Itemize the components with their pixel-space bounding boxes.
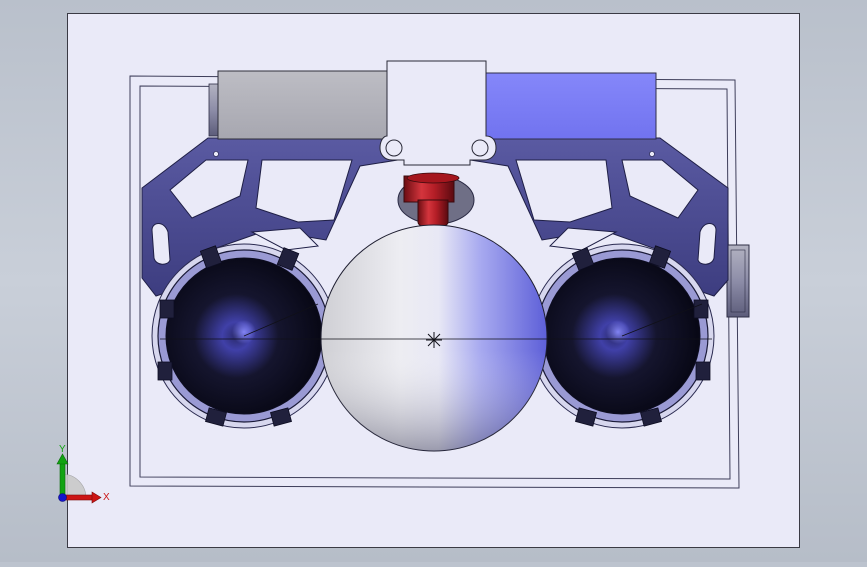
model-canvas[interactable]: Y X	[0, 0, 867, 562]
mount-block-left	[217, 70, 391, 140]
z-axis-dot-icon	[58, 493, 67, 502]
x-axis-label: X	[103, 492, 110, 503]
center-clamp	[379, 60, 497, 166]
cad-viewport[interactable]: Y X	[0, 0, 867, 562]
mount-block-right	[483, 72, 657, 140]
y-axis-label: Y	[59, 444, 66, 455]
origin-marker-icon	[426, 332, 442, 348]
side-fitting-right	[726, 244, 750, 318]
